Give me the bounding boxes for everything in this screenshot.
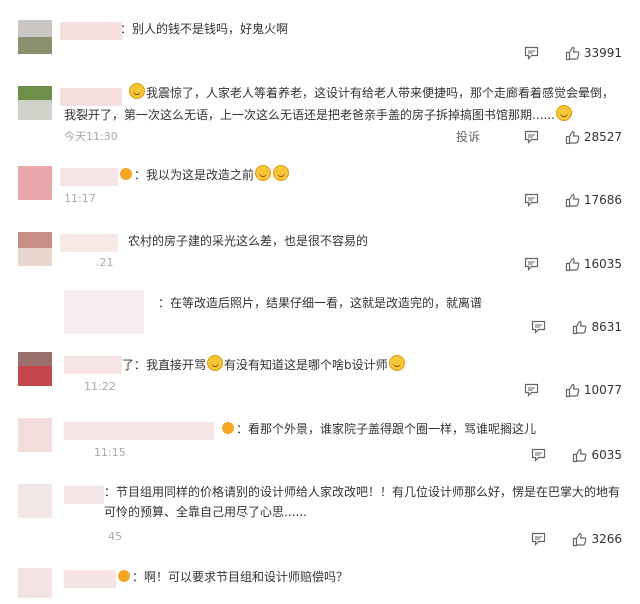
smiley-emoji-icon (273, 165, 290, 181)
thumbs-up-icon (565, 130, 580, 144)
like-count: 10077 (583, 383, 622, 397)
username-tail: 了 (122, 358, 135, 372)
reply-button[interactable] (524, 46, 539, 60)
like-button[interactable]: 8631 (572, 320, 622, 335)
like-count: 8631 (591, 320, 622, 334)
thumbs-up-icon (573, 448, 587, 462)
comment-icon (532, 320, 546, 334)
username-blurred[interactable] (60, 234, 118, 252)
reply-button[interactable] (531, 448, 546, 462)
like-count: 17686 (583, 193, 622, 207)
username-blurred[interactable] (64, 422, 214, 440)
comment-feed: ：别人的钱不是钱吗，好鬼火啊 33991 我震惊了，人家老人等着养老，这设计有给… (0, 0, 640, 604)
avatar[interactable] (18, 568, 52, 598)
timestamp: .21 (96, 256, 114, 269)
comment-actions: 17686 (524, 191, 622, 209)
comment-text: ：啊！可以要求节目组和设计师赔偿吗？ (118, 566, 622, 588)
smiley-emoji-icon (255, 165, 272, 181)
smiley-emoji-icon (129, 83, 145, 99)
report-link[interactable]: 投诉 (456, 128, 480, 145)
avatar[interactable] (18, 86, 52, 120)
avatar[interactable] (18, 418, 52, 452)
comment-text: ：看那个外景，谁家院子盖得跟个圈一样，骂谁呢搁这儿 (222, 418, 622, 440)
comment-icon (524, 257, 538, 271)
timestamp: 11:22 (84, 380, 116, 393)
reply-button[interactable] (524, 383, 539, 397)
like-button[interactable]: 3266 (572, 532, 622, 547)
like-count: 6035 (591, 448, 622, 462)
comment-text: ：节目组用同样的价格请别的设计师给人家改改吧！！有几位设计师那么好，愣是在巴掌大… (104, 485, 621, 519)
reply-button[interactable] (524, 257, 539, 271)
comment-actions: 8631 (531, 318, 622, 336)
like-button[interactable]: 16035 (565, 257, 622, 272)
thumbs-up-icon (565, 257, 580, 271)
reply-button[interactable] (524, 130, 539, 144)
comment-icon (532, 448, 546, 462)
comment-text: ：在等改造后照片，结果仔细一看，这就是改造完的，就离谱 (158, 296, 483, 310)
avatar[interactable] (18, 484, 52, 518)
username-blurred[interactable] (64, 356, 122, 374)
username-blurred[interactable] (60, 22, 122, 40)
comment-actions: 10077 (524, 381, 622, 399)
comment-icon (524, 46, 538, 60)
avatar[interactable] (18, 352, 52, 386)
like-count: 33991 (583, 46, 622, 60)
thumbs-up-icon (565, 383, 580, 397)
comment-actions: 16035 (524, 255, 622, 273)
comment-icon (532, 532, 546, 546)
thumbs-up-icon (565, 193, 580, 207)
avatar[interactable] (18, 232, 52, 266)
like-button[interactable]: 33991 (565, 46, 622, 61)
timestamp: 11:15 (94, 446, 126, 459)
thumbs-up-icon (573, 320, 587, 334)
timestamp: 11:17 (64, 192, 96, 205)
like-button[interactable]: 10077 (565, 383, 622, 398)
comment-text: 农村的房子建的采光这么差，也是很不容易的 (128, 234, 369, 248)
comment-actions: 3266 (531, 530, 622, 548)
verified-badge-icon (222, 422, 234, 434)
comment-icon (524, 130, 538, 144)
comment-text: ：别人的钱不是钱吗，好鬼火啊 (120, 22, 289, 36)
username-blurred[interactable] (64, 570, 116, 588)
like-button[interactable]: 28527 (565, 130, 622, 145)
comment-actions: 33991 (524, 44, 622, 62)
username-blurred[interactable] (60, 168, 118, 186)
comment-actions: 28527 (524, 128, 622, 146)
comment-icon (524, 383, 538, 397)
avatar[interactable] (64, 290, 144, 334)
verified-badge-icon (120, 168, 132, 180)
comment-icon (524, 193, 538, 207)
verified-badge-icon (118, 570, 130, 582)
like-count: 16035 (583, 257, 622, 271)
comment-text: 我震惊了，人家老人等着养老，这设计有给老人带来便捷吗，那个走廊看着感觉会晕倒，我… (64, 82, 622, 126)
like-button[interactable]: 6035 (572, 448, 622, 463)
comment-text: 了：我直接开骂 有没有知道这是哪个啥b设计师 (122, 354, 622, 376)
reply-button[interactable] (531, 320, 546, 334)
timestamp: 今天11:30 (64, 130, 118, 143)
avatar[interactable] (18, 166, 52, 200)
like-count: 3266 (591, 532, 622, 546)
comment-text: ：我以为这是改造之前 (120, 164, 622, 186)
comment-actions: 6035 (531, 446, 622, 464)
avatar[interactable] (18, 20, 52, 54)
thumbs-up-icon (565, 46, 580, 60)
reply-button[interactable] (524, 193, 539, 207)
username-blurred[interactable] (64, 486, 104, 504)
smiley-emoji-icon (555, 105, 572, 121)
timestamp: 45 (108, 530, 122, 543)
reply-button[interactable] (531, 532, 546, 546)
smiley-emoji-icon (207, 355, 224, 371)
smiley-emoji-icon (388, 355, 405, 371)
like-count: 28527 (583, 130, 622, 144)
thumbs-up-icon (573, 532, 587, 546)
like-button[interactable]: 17686 (565, 193, 622, 208)
